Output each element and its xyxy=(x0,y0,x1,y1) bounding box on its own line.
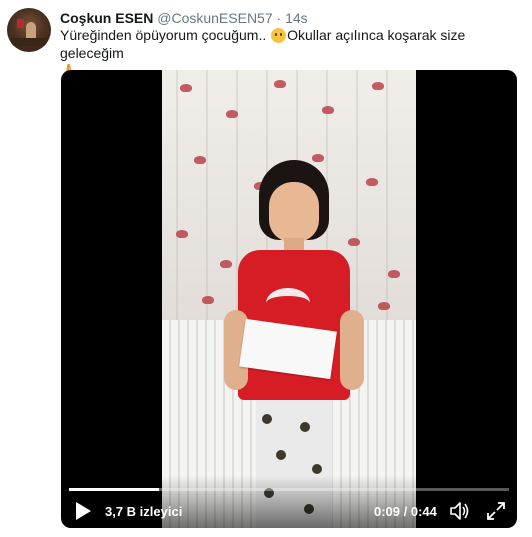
play-icon[interactable] xyxy=(73,500,93,522)
separator-dot: · xyxy=(276,10,282,26)
tweet-text-part1: Yüreğinden öpüyorum çocuğum.. xyxy=(60,27,267,43)
volume-icon[interactable] xyxy=(449,500,471,522)
progress-bar[interactable] xyxy=(69,488,509,491)
view-count: 3,7 B izleyici xyxy=(105,504,183,519)
progress-fill xyxy=(69,488,159,491)
tweet: Coşkun ESEN @CoskunESEN57 · 14s Yüreğind… xyxy=(0,0,532,537)
video-scene-child xyxy=(224,160,364,528)
tweet-header: Coşkun ESEN @CoskunESEN57 · 14s xyxy=(60,9,308,27)
author-handle[interactable]: @CoskunESEN57 xyxy=(157,10,272,26)
avatar[interactable] xyxy=(7,8,51,52)
face-emoji-icon xyxy=(271,28,287,43)
video-player[interactable]: 3,7 B izleyici 0:09 / 0:44 xyxy=(61,70,517,528)
video-time: 0:09 / 0:44 xyxy=(374,504,437,519)
tweet-time[interactable]: 14s xyxy=(285,10,308,26)
fullscreen-icon[interactable] xyxy=(485,500,507,522)
video-controls: 3,7 B izleyici 0:09 / 0:44 xyxy=(61,476,517,528)
author-name[interactable]: Coşkun ESEN xyxy=(60,10,153,26)
video-frame[interactable] xyxy=(162,70,416,528)
